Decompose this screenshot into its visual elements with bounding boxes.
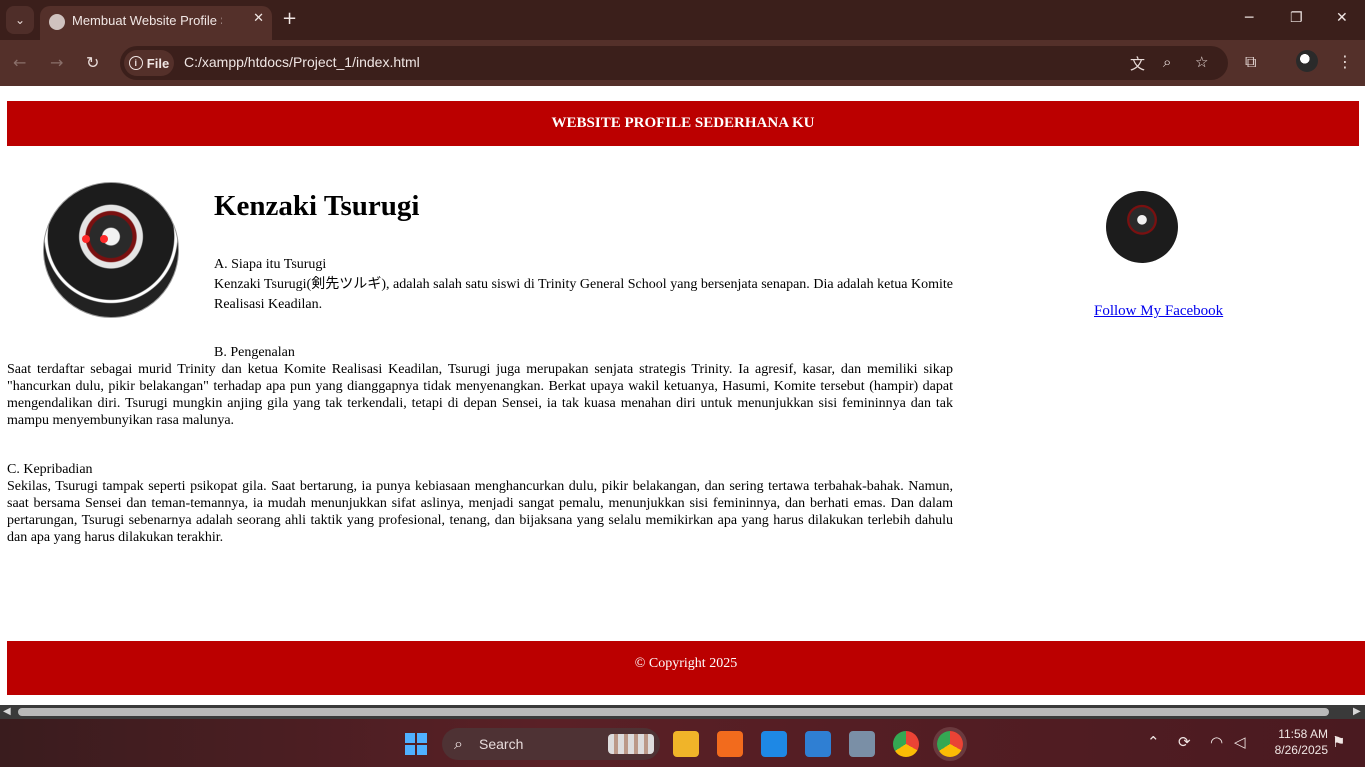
horizontal-scrollbar[interactable]: ◀ ▶ (0, 705, 1365, 719)
site-info-chip[interactable]: i File (124, 50, 174, 76)
scroll-left-icon[interactable]: ◀ (3, 705, 11, 719)
restore-icon[interactable]: ❐ (1290, 10, 1303, 26)
tab-title: Membuat Website Profile Sederhana (72, 13, 222, 28)
wifi-icon[interactable]: ◠ (1210, 733, 1223, 751)
search-icon: ⌕ (454, 734, 463, 753)
avatar[interactable] (1296, 50, 1318, 72)
zoom-icon[interactable]: ⌕ (1163, 53, 1171, 71)
scroll-right-icon[interactable]: ▶ (1353, 705, 1361, 719)
facebook-link[interactable]: Follow My Facebook (1094, 303, 1223, 320)
sidebar-avatar (1106, 191, 1178, 263)
address-bar[interactable]: i File C:/xampp/htdocs/Project_1/index.h… (120, 46, 1228, 80)
profile-photo (43, 182, 179, 318)
file-explorer-icon[interactable] (673, 731, 699, 757)
star-icon[interactable]: ☆ (1195, 53, 1208, 71)
info-icon: i (128, 56, 143, 70)
chrome-profile-icon[interactable] (937, 731, 963, 757)
active-tab[interactable]: Membuat Website Profile Sederhana ✕ (40, 6, 272, 40)
taskbar: ⌕ Search ⌃ ⟳ ◠ ◁ 11:58 AM 8/26/2025 ⚑ (0, 719, 1365, 767)
clock-time: 11:58 AM (1278, 727, 1328, 741)
arrow-right-icon[interactable]: → (50, 53, 63, 72)
scrollbar-thumb[interactable] (18, 708, 1329, 716)
file-label: File (146, 55, 170, 71)
section-title-c: C. Kepribadian (7, 462, 93, 477)
section-title-a: A. Siapa itu Tsurugi (214, 257, 327, 272)
browser-toolbar: ← → ↻ i File C:/xampp/htdocs/Project_1/i… (0, 40, 1365, 86)
taskbar-search[interactable]: ⌕ Search (442, 728, 660, 760)
remote-desktop-icon[interactable] (849, 731, 875, 757)
section-body-c: Sekilas, Tsurugi tampak seperti psikopat… (7, 479, 953, 545)
translate-icon[interactable]: 文 (1130, 53, 1145, 74)
search-highlight-image (608, 734, 654, 754)
close-icon[interactable]: ✕ (253, 11, 264, 26)
xampp-icon[interactable] (717, 731, 743, 757)
chevron-up-icon[interactable]: ⌃ (1147, 733, 1160, 751)
tab-strip: ⌄ Membuat Website Profile Sederhana ✕ + … (0, 0, 1365, 40)
chrome-icon[interactable] (893, 731, 919, 757)
puzzle-icon[interactable]: ⧉ (1245, 52, 1256, 72)
section-body-b: Saat terdaftar sebagai murid Trinity dan… (7, 362, 953, 428)
minimize-icon[interactable]: ─ (1245, 10, 1253, 26)
system-clock[interactable]: 11:58 AM 8/26/2025 (1262, 726, 1328, 758)
clock-date: 8/26/2025 (1274, 743, 1328, 757)
arrow-left-icon[interactable]: ← (13, 53, 26, 72)
plus-icon[interactable]: + (282, 8, 297, 29)
url-text[interactable]: C:/xampp/htdocs/Project_1/index.html (184, 54, 420, 70)
vscode-icon[interactable] (761, 731, 787, 757)
site-footer: © Copyright 2025 (7, 641, 1365, 695)
page-title: Kenzaki Tsurugi (214, 190, 420, 222)
globe-icon (49, 14, 65, 30)
windows-start-icon[interactable] (405, 733, 427, 755)
search-label: Search (479, 736, 524, 752)
site-header: WEBSITE PROFILE SEDERHANA KU (7, 101, 1359, 146)
kebab-menu-icon[interactable]: ⋮ (1337, 52, 1353, 71)
section-body-a: Kenzaki Tsurugi(剣先ツルギ), adalah salah sat… (214, 277, 953, 312)
section-title-b: B. Pengenalan (214, 345, 295, 360)
sync-icon[interactable]: ⟳ (1178, 733, 1191, 751)
notepad-icon[interactable] (805, 731, 831, 757)
close-window-icon[interactable]: ✕ (1336, 10, 1348, 26)
reload-icon[interactable]: ↻ (86, 53, 99, 72)
tab-search-button[interactable]: ⌄ (6, 6, 34, 34)
volume-icon[interactable]: ◁ (1234, 733, 1246, 751)
notification-icon[interactable]: ⚑ (1332, 733, 1345, 751)
